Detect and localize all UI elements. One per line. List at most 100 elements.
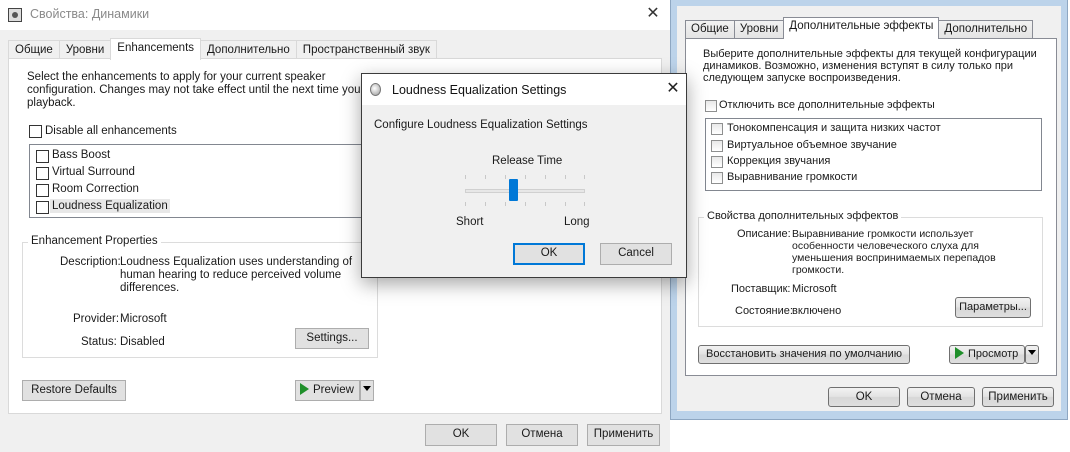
tab-enhancements-ru[interactable]: Дополнительные эффекты bbox=[783, 17, 940, 39]
virtual-surround-checkbox[interactable] bbox=[36, 167, 49, 180]
tab-general-ru[interactable]: Общие bbox=[685, 20, 735, 39]
left-titlebar: Свойства: Динамики ✕ bbox=[0, 0, 670, 30]
ru-disable-all-checkbox[interactable] bbox=[705, 100, 717, 112]
ru-provider-value: Microsoft bbox=[792, 283, 837, 295]
effects-list: Тонокомпенсация и защита низких частот В… bbox=[705, 118, 1042, 191]
tab-general[interactable]: Общие bbox=[8, 40, 60, 60]
bass-management-checkbox[interactable] bbox=[711, 123, 723, 135]
preview-button[interactable]: Preview bbox=[295, 380, 360, 401]
tab-enhancements[interactable]: Enhancements bbox=[110, 38, 202, 60]
enhancement-properties-group: Enhancement Properties Description: Loud… bbox=[22, 235, 378, 358]
ru-restore-defaults-button[interactable]: Восстановить значения по умолчанию bbox=[698, 345, 910, 364]
dialog-close-icon[interactable]: ✕ bbox=[664, 79, 682, 99]
slider-tick bbox=[505, 175, 506, 179]
close-icon[interactable]: ✕ bbox=[642, 4, 664, 24]
intro-text-2: configuration. Changes may not take effe… bbox=[27, 84, 373, 96]
ru-loudness-label: Выравнивание громкости bbox=[727, 171, 858, 183]
preview-label: Preview bbox=[313, 384, 354, 396]
slider-track[interactable] bbox=[465, 189, 585, 193]
ru-description-line-3: уменьшения воспринимаемых перепадов bbox=[792, 252, 996, 264]
right-tabs: Общие Уровни Дополнительные эффекты Допо… bbox=[685, 17, 1034, 39]
ru-ok-button[interactable]: OK bbox=[828, 387, 900, 407]
ru-room-correction-checkbox[interactable] bbox=[711, 156, 723, 168]
ru-status-label: Состояние: bbox=[735, 305, 793, 317]
tab-advanced-ru[interactable]: Дополнительно bbox=[938, 20, 1034, 39]
left-apply-button[interactable]: Применить bbox=[587, 424, 660, 446]
ru-preview-button[interactable]: Просмотр bbox=[949, 345, 1025, 364]
tab-levels[interactable]: Уровни bbox=[58, 40, 112, 60]
slider-tick bbox=[485, 175, 486, 179]
ru-description-line-4: громкости. bbox=[792, 264, 845, 276]
ru-description-label: Описание: bbox=[737, 228, 791, 240]
bass-boost-checkbox[interactable] bbox=[36, 150, 49, 163]
bass-boost-label: Bass Boost bbox=[52, 149, 111, 161]
preview-dropdown-button[interactable] bbox=[360, 380, 374, 401]
slider-tick bbox=[545, 202, 546, 206]
room-correction-label: Room Correction bbox=[52, 183, 139, 195]
loudness-settings-dialog: Loudness Equalization Settings ✕ Configu… bbox=[361, 73, 687, 278]
ru-preview-dropdown-button[interactable] bbox=[1025, 345, 1039, 364]
slider-max-label: Long bbox=[564, 216, 590, 228]
ru-provider-label: Поставщик: bbox=[731, 283, 791, 295]
description-line-2: human hearing to reduce perceived volume bbox=[120, 269, 342, 281]
slider-tick bbox=[505, 202, 506, 206]
ru-intro-text-2: динамиков. Возможно, изменения вступят в… bbox=[703, 60, 1014, 72]
virtual-surround-label: Virtual Surround bbox=[52, 166, 135, 178]
description-line-3: differences. bbox=[120, 282, 180, 294]
dialog-titlebar: Loudness Equalization Settings ✕ bbox=[362, 74, 686, 105]
slider-tick bbox=[584, 202, 585, 206]
ru-virtual-surround-checkbox[interactable] bbox=[711, 140, 723, 152]
left-ok-button[interactable]: OK bbox=[425, 424, 497, 446]
settings-button[interactable]: Settings... bbox=[295, 328, 369, 349]
ru-description-line-1: Выравнивание громкости использует bbox=[792, 228, 974, 240]
loudness-equalization-checkbox[interactable] bbox=[36, 201, 49, 214]
bass-management-label: Тонокомпенсация и защита низких частот bbox=[727, 122, 941, 134]
description-label: Description: bbox=[60, 256, 121, 268]
ru-status-value: включено bbox=[792, 305, 842, 317]
status-label: Status: bbox=[81, 336, 117, 348]
tab-spatial-sound[interactable]: Пространственный звук bbox=[295, 40, 437, 60]
enhancements-list: Bass Boost Virtual Surround Room Correct… bbox=[29, 144, 374, 218]
provider-label: Provider: bbox=[73, 313, 120, 325]
ru-intro-text-1: Выберите дополнительные эффекты для теку… bbox=[703, 48, 1037, 60]
ru-description-line-2: особенности человеческого слуха для bbox=[792, 240, 979, 252]
play-icon bbox=[300, 383, 309, 395]
dialog-app-icon bbox=[370, 83, 381, 96]
ru-params-button[interactable]: Параметры... bbox=[955, 297, 1031, 318]
slider-tick bbox=[565, 175, 566, 179]
right-properties-window: Общие Уровни Дополнительные эффекты Допо… bbox=[670, 0, 1068, 420]
slider-tick bbox=[465, 202, 466, 206]
dialog-title: Loudness Equalization Settings bbox=[392, 83, 567, 97]
tab-advanced[interactable]: Дополнительно bbox=[200, 40, 297, 60]
loudness-equalization-label[interactable]: Loudness Equalization bbox=[50, 199, 170, 213]
ru-chevron-down-icon bbox=[1028, 350, 1036, 355]
slider-tick bbox=[485, 202, 486, 206]
disable-all-label: Disable all enhancements bbox=[45, 125, 177, 137]
ru-intro-text-3: следующем запуске воспроизведения. bbox=[703, 72, 901, 84]
restore-defaults-button[interactable]: Restore Defaults bbox=[22, 380, 126, 401]
slider-tick bbox=[545, 175, 546, 179]
chevron-down-icon bbox=[363, 386, 371, 391]
ru-disable-all-label: Отключить все дополнительные эффекты bbox=[719, 99, 935, 111]
status-value: Disabled bbox=[120, 336, 165, 348]
slider-thumb[interactable] bbox=[509, 179, 518, 201]
dialog-ok-button[interactable]: OK bbox=[513, 243, 585, 265]
ru-apply-button[interactable]: Применить bbox=[982, 387, 1054, 407]
slider-tick bbox=[525, 202, 526, 206]
speaker-icon bbox=[8, 8, 22, 22]
ru-virtual-surround-label: Виртуальное объемное звучание bbox=[727, 139, 897, 151]
room-correction-checkbox[interactable] bbox=[36, 184, 49, 197]
release-time-label: Release Time bbox=[492, 155, 563, 167]
slider-tick bbox=[465, 175, 466, 179]
slider-tick bbox=[584, 175, 585, 179]
left-cancel-button[interactable]: Отмена bbox=[506, 424, 578, 446]
slider-tick bbox=[525, 175, 526, 179]
dialog-heading: Configure Loudness Equalization Settings bbox=[374, 119, 588, 131]
ru-loudness-checkbox[interactable] bbox=[711, 172, 723, 184]
ru-cancel-button[interactable]: Отмена bbox=[907, 387, 975, 407]
ru-properties-group: Свойства дополнительных эффектов Описани… bbox=[698, 210, 1043, 327]
disable-all-checkbox[interactable] bbox=[29, 125, 42, 138]
ru-properties-title: Свойства дополнительных эффектов bbox=[704, 210, 902, 222]
dialog-cancel-button[interactable]: Cancel bbox=[600, 243, 672, 265]
tab-levels-ru[interactable]: Уровни bbox=[733, 20, 785, 39]
